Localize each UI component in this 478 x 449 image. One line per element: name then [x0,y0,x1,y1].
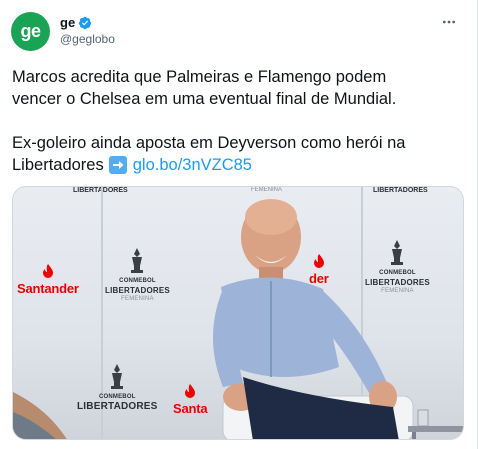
laughing-man-figure [213,199,399,439]
avatar-text: ge [20,21,41,41]
right-arrow-emoji-icon [108,156,127,174]
tweet-text-line: Ex-goleiro ainda aposta em Deyverson com… [12,134,406,152]
logo-text: LIBERTADORES [77,401,158,412]
sponsor-logo: Santander [17,263,79,296]
flame-icon [42,264,53,278]
author-name-row[interactable]: ge [60,15,92,30]
sponsor-name: Santander [17,281,79,296]
tweet-text-line: vencer o Chelsea em uma eventual final d… [12,90,397,108]
tweet-text-fragment: Libertadores [12,156,104,174]
author-name[interactable]: ge [60,15,75,30]
tweet-card[interactable]: ge ge @geglobo Marcos acredita que Palme… [0,0,478,449]
tweet-link[interactable]: glo.bo/3nVZC85 [133,154,252,176]
avatar[interactable]: ge [11,12,50,51]
logo-text: CONMEBOL [119,278,156,284]
logo-text: FEMENINA [121,296,154,302]
tweet-text-line: Marcos acredita que Palmeiras e Flamengo… [12,68,387,86]
author-handle[interactable]: @geglobo [60,32,115,46]
verified-badge-icon [78,16,92,30]
logo-text: LIBERTADORES [105,286,170,295]
more-options-icon[interactable] [437,10,461,34]
trophy-icon [111,364,124,389]
tweet-photo[interactable]: LIBERTADORES FEMENINA LIBERTADORES Santa… [12,186,464,440]
tweet-text-line: Libertadores glo.bo/3nVZC85 [12,154,252,176]
backdrop-text: FEMENINA [251,187,283,193]
tournament-logo: CONMEBOL LIBERTADORES [77,363,158,412]
tournament-logo: CONMEBOL LIBERTADORES FEMENINA [105,247,170,304]
backdrop-text: LIBERTADORES [373,187,428,194]
trophy-icon [131,248,144,273]
partial-person-arm [13,392,67,439]
